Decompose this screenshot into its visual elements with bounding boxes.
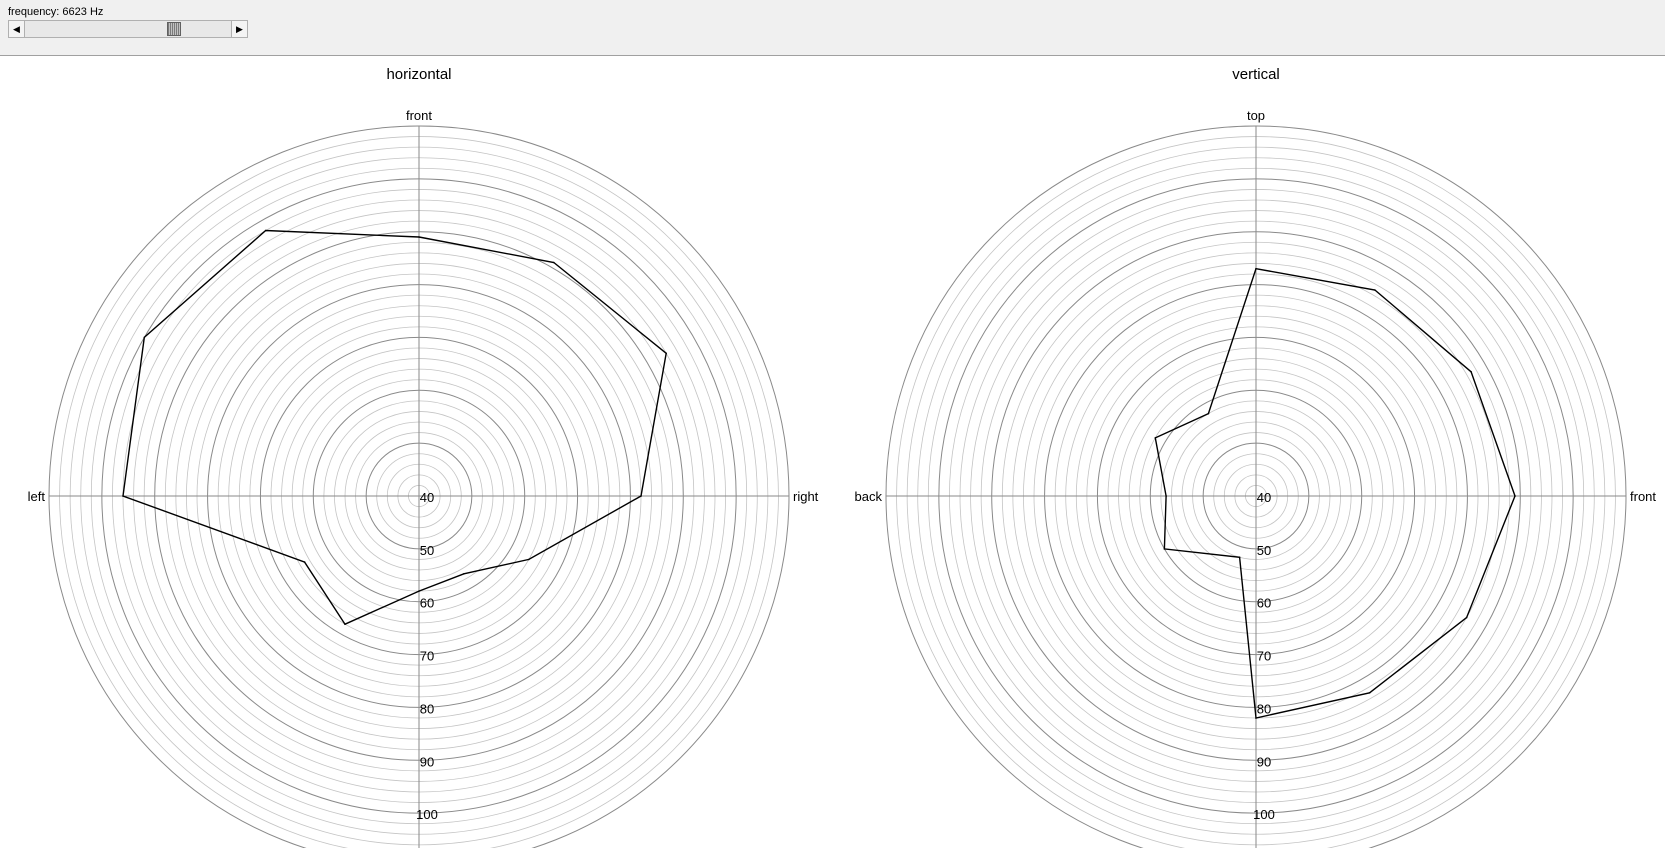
radial-tick-label: 90: [1257, 754, 1271, 769]
data-point: [1465, 616, 1468, 619]
data-point: [1514, 495, 1516, 497]
data-point: [1255, 717, 1257, 719]
data-point: [1165, 495, 1167, 497]
polar-chart-0: 40 50 60 70 80 90 100 horizontal front left right: [28, 66, 819, 848]
data-point: [1470, 371, 1472, 373]
series-line: [1154, 267, 1516, 719]
data-point: [665, 352, 667, 355]
data-point: [640, 495, 642, 497]
slider-thumb[interactable]: [167, 22, 182, 36]
radial-tick-label: 80: [420, 701, 434, 716]
data-point: [1163, 548, 1166, 550]
data-point: [344, 623, 346, 625]
data-point: [1207, 412, 1210, 415]
data-point: [418, 590, 420, 592]
radial-tick-label: 60: [1257, 596, 1271, 611]
direction-label-top: top: [1247, 108, 1265, 123]
frequency-label: frequency: 6623 Hz: [8, 6, 104, 18]
radial-tick-label: 100: [1253, 807, 1275, 822]
radial-tick-label: 100: [416, 807, 438, 822]
radial-tick-label: 80: [1257, 701, 1271, 716]
data-point: [122, 495, 124, 497]
radial-tick-label: 50: [420, 543, 434, 558]
chart-title: horizontal: [386, 66, 451, 83]
data-point: [303, 561, 306, 563]
data-point: [463, 573, 465, 575]
direction-label-right: front: [1630, 489, 1656, 504]
radial-tick-label: 70: [420, 649, 434, 664]
data-point: [553, 261, 555, 264]
radial-tick-label: 70: [1257, 649, 1271, 664]
radial-tick-label: 90: [420, 754, 434, 769]
radial-tick-label: 40: [420, 490, 434, 505]
direction-label-right: right: [793, 489, 819, 504]
radial-tick-label: 50: [1257, 543, 1271, 558]
direction-label-left: back: [855, 489, 883, 504]
data-point: [1374, 289, 1376, 291]
data-point: [264, 229, 267, 232]
direction-label-top: front: [406, 108, 432, 123]
direction-label-left: left: [28, 489, 46, 504]
radial-tick-label: 60: [420, 596, 434, 611]
data-point: [418, 236, 420, 238]
data-point: [143, 336, 146, 339]
radial-tick-label: 40: [1257, 490, 1271, 505]
data-point: [1368, 692, 1371, 694]
toolbar: frequency: 6623 Hz ◀ ▶: [0, 0, 1665, 56]
frequency-slider[interactable]: ◀ ▶: [8, 20, 248, 38]
data-point: [1255, 267, 1257, 270]
triangle-right-icon[interactable]: ▶: [231, 21, 247, 37]
polar-plots: 405060708090100horizontalfrontleft right 4…: [28, 66, 1656, 848]
data-point: [1238, 556, 1241, 559]
polar-chart-1: 40 50 60 70 80 90 100 vertical top back front: [855, 66, 1656, 848]
data-point: [1154, 437, 1157, 439]
data-point: [528, 558, 530, 561]
chart-title: vertical: [1232, 66, 1280, 83]
triangle-left-icon[interactable]: ◀: [9, 21, 25, 37]
